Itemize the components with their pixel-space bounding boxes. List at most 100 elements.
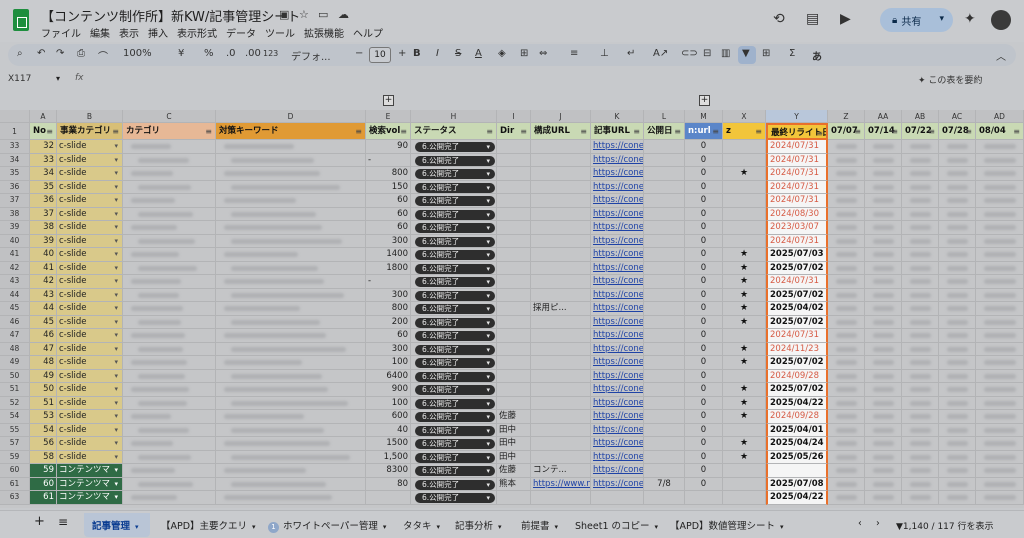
cell-z[interactable] xyxy=(723,153,766,167)
cell-n-url[interactable]: 0 xyxy=(685,167,723,181)
row-number[interactable]: 49 xyxy=(0,356,30,370)
print-icon[interactable]: ⎙ xyxy=(77,48,85,59)
all-sheets-icon[interactable]: ≡ xyxy=(58,515,68,529)
text-rotation-icon[interactable]: A↗ xyxy=(653,48,668,59)
cell-weekly[interactable] xyxy=(939,153,976,167)
cell-outline-url[interactable] xyxy=(531,423,591,437)
filter-icon[interactable]: ≡ xyxy=(580,123,587,139)
column-header[interactable]: 検索vol ≡ xyxy=(366,123,411,140)
cell-weekly[interactable] xyxy=(828,140,865,154)
cell-no[interactable]: 46 xyxy=(30,329,57,343)
cell-last-rewrite-date[interactable]: 2024/09/28 xyxy=(766,369,828,383)
filter-icon[interactable]: ≡ xyxy=(965,123,972,139)
functions-button[interactable]: Σ xyxy=(789,48,795,59)
cell-weekly[interactable] xyxy=(939,207,976,221)
menu-item[interactable]: 編集 xyxy=(90,25,110,40)
chevron-down-icon[interactable]: ▾ xyxy=(114,383,118,395)
filter-icon[interactable]: ≡ xyxy=(46,123,53,139)
font-select[interactable]: デフォ... xyxy=(291,48,331,63)
cell-redacted-keyword[interactable] xyxy=(216,423,366,437)
cell-no[interactable]: 53 xyxy=(30,410,57,424)
cell-z[interactable] xyxy=(723,234,766,248)
row-number[interactable]: 36 xyxy=(0,180,30,194)
merge-cells-icon[interactable]: ⇔ xyxy=(539,48,547,59)
cell-weekly[interactable] xyxy=(976,342,1024,356)
cell-weekly[interactable] xyxy=(902,315,939,329)
cell-weekly[interactable] xyxy=(865,396,902,410)
chevron-down-icon[interactable]: ▾ xyxy=(114,329,118,341)
column-header[interactable]: カテゴリ ≡ xyxy=(123,123,216,140)
cell-weekly[interactable] xyxy=(902,167,939,181)
cell-status[interactable]: 6.公開完了 xyxy=(411,167,497,181)
cell-redacted-category[interactable] xyxy=(123,450,216,464)
cell-no[interactable]: 42 xyxy=(30,275,57,289)
status-chip[interactable]: 6.公開完了 xyxy=(415,290,495,301)
cell-weekly[interactable] xyxy=(939,396,976,410)
cell-n-url[interactable]: 0 xyxy=(685,369,723,383)
cell-weekly[interactable] xyxy=(828,369,865,383)
chevron-down-icon[interactable]: ▾ xyxy=(114,262,118,274)
cell-publish-date[interactable] xyxy=(644,140,685,154)
percent-button[interactable]: % xyxy=(204,48,214,59)
cell-n-url[interactable]: 0 xyxy=(685,207,723,221)
cell-weekly[interactable] xyxy=(939,140,976,154)
cell-n-url[interactable]: 0 xyxy=(685,464,723,478)
column-header[interactable]: 07/22 ≡ xyxy=(902,123,939,140)
cell-redacted-keyword[interactable] xyxy=(216,288,366,302)
cell-weekly[interactable] xyxy=(939,221,976,235)
cell-no[interactable]: 33 xyxy=(30,153,57,167)
cell-redacted-keyword[interactable] xyxy=(216,302,366,316)
cell-article-url[interactable]: https://cone-c xyxy=(591,167,644,181)
cell-n-url[interactable]: 0 xyxy=(685,410,723,424)
cell-redacted-category[interactable] xyxy=(123,383,216,397)
cell-category-dropdown[interactable]: c-slide ▾ xyxy=(57,194,123,208)
cell-status[interactable]: 6.公開完了 xyxy=(411,356,497,370)
column-header[interactable]: 事業カテゴリ ≡ xyxy=(57,123,123,140)
cell-director[interactable] xyxy=(497,315,531,329)
cell-article-url[interactable]: https://cone-c xyxy=(591,477,644,491)
cell-search-volume[interactable]: 60 xyxy=(366,207,411,221)
cell-n-url[interactable]: 0 xyxy=(685,423,723,437)
cell-category-dropdown[interactable]: c-slide ▾ xyxy=(57,207,123,221)
cell-director[interactable] xyxy=(497,207,531,221)
cell-weekly[interactable] xyxy=(976,329,1024,343)
cell-director[interactable] xyxy=(497,140,531,154)
cell-weekly[interactable] xyxy=(976,288,1024,302)
cell-weekly[interactable] xyxy=(865,140,902,154)
cell-weekly[interactable] xyxy=(902,207,939,221)
cell-publish-date[interactable] xyxy=(644,234,685,248)
cell-category-dropdown[interactable]: c-slide ▾ xyxy=(57,437,123,451)
cell-publish-date[interactable] xyxy=(644,396,685,410)
cell-redacted-keyword[interactable] xyxy=(216,491,366,505)
cell-publish-date[interactable] xyxy=(644,288,685,302)
column-header[interactable]: 対策キーワード ≡ xyxy=(216,123,366,140)
cell-weekly[interactable] xyxy=(976,450,1024,464)
cell-category-dropdown[interactable]: c-slide ▾ xyxy=(57,315,123,329)
cell-redacted-keyword[interactable] xyxy=(216,221,366,235)
status-chip[interactable]: 6.公開完了 xyxy=(415,223,495,233)
cell-n-url[interactable]: 0 xyxy=(685,396,723,410)
cell-no[interactable]: 34 xyxy=(30,167,57,181)
cell-weekly[interactable] xyxy=(976,356,1024,370)
insert-comment-icon[interactable]: ⊟ xyxy=(703,48,711,59)
cell-search-volume[interactable]: 1500 xyxy=(366,437,411,451)
cell-director[interactable] xyxy=(497,248,531,262)
cell-weekly[interactable] xyxy=(865,302,902,316)
cell-redacted-keyword[interactable] xyxy=(216,450,366,464)
cell-publish-date[interactable] xyxy=(644,450,685,464)
cell-last-rewrite-date[interactable]: 2024/07/31 xyxy=(766,275,828,289)
cell-redacted-category[interactable] xyxy=(123,180,216,194)
cell-article-url[interactable]: https://cone-c xyxy=(591,329,644,343)
cell-weekly[interactable] xyxy=(865,477,902,491)
filter-icon[interactable]: ≡ xyxy=(1013,123,1020,139)
cell-weekly[interactable] xyxy=(939,410,976,424)
cell-weekly[interactable] xyxy=(828,234,865,248)
cell-category-dropdown[interactable]: c-slide ▾ xyxy=(57,140,123,154)
cell-weekly[interactable] xyxy=(976,180,1024,194)
cell-status[interactable]: 6.公開完了 xyxy=(411,450,497,464)
cell-director[interactable] xyxy=(497,356,531,370)
cell-category-dropdown[interactable]: c-slide ▾ xyxy=(57,369,123,383)
chevron-down-icon[interactable]: ▾ xyxy=(498,523,502,531)
cell-publish-date[interactable] xyxy=(644,180,685,194)
cell-redacted-category[interactable] xyxy=(123,410,216,424)
